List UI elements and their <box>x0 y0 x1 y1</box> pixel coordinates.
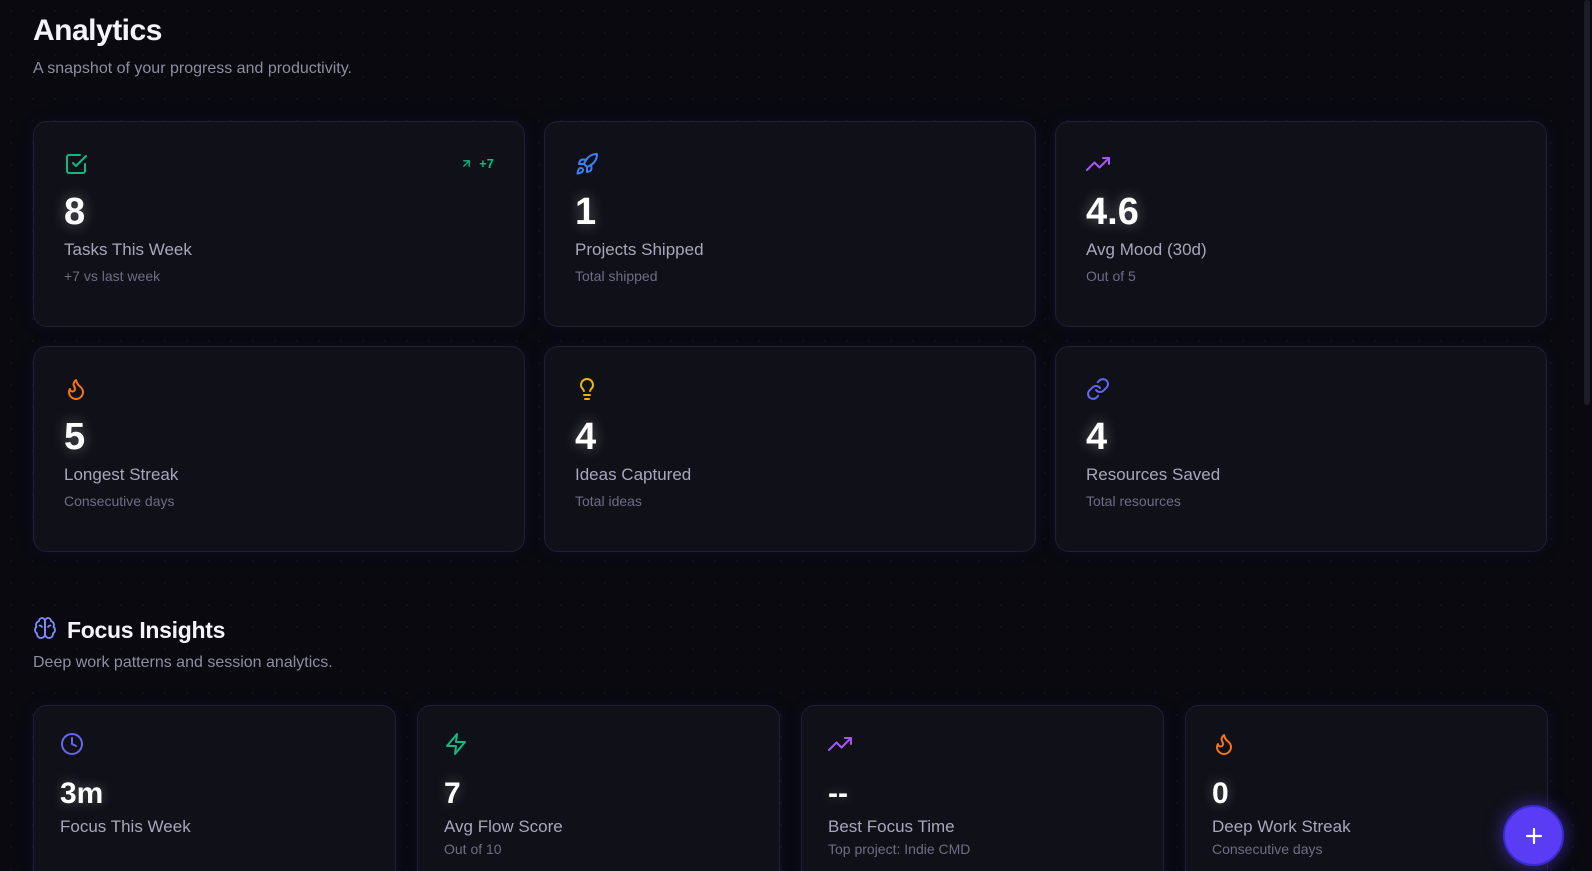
trend-badge: +7 <box>460 156 494 171</box>
brain-icon <box>33 616 57 645</box>
stat-card-projects[interactable]: 1 Projects Shipped Total shipped <box>544 121 1036 327</box>
stats-grid: +7 8 Tasks This Week +7 vs last week 1 P… <box>33 121 1547 552</box>
stat-label: Tasks This Week <box>64 240 192 259</box>
focus-card-flow[interactable]: 7 Avg Flow Score Out of 10 <box>417 705 780 871</box>
focus-card-week[interactable]: 3m Focus This Week <box>33 705 396 871</box>
focus-card-deep-work[interactable]: 0 Deep Work Streak Consecutive days <box>1185 705 1548 871</box>
stat-card-ideas[interactable]: 4 Ideas Captured Total ideas <box>544 346 1036 552</box>
add-button[interactable] <box>1503 805 1564 866</box>
stat-value: 4 <box>1086 416 1108 458</box>
stat-label: Projects Shipped <box>575 240 704 259</box>
section-subtitle: Deep work patterns and session analytics… <box>33 654 333 671</box>
stat-value: 4 <box>575 416 597 458</box>
focus-card-best-time[interactable]: -- Best Focus Time Top project: Indie CM… <box>801 705 1164 871</box>
trend-value: +7 <box>479 156 494 171</box>
scrollbar-thumb[interactable] <box>1584 0 1590 405</box>
focus-label: Avg Flow Score <box>444 817 563 836</box>
focus-label: Best Focus Time <box>828 817 955 836</box>
stat-card-resources[interactable]: 4 Resources Saved Total resources <box>1055 346 1547 552</box>
focus-value: 0 <box>1212 777 1229 810</box>
link-icon <box>1086 377 1110 401</box>
stat-sub: Total ideas <box>575 493 642 509</box>
rocket-icon <box>575 152 599 176</box>
lightbulb-icon <box>575 377 599 401</box>
stat-label: Avg Mood (30d) <box>1086 240 1207 259</box>
flame-icon <box>64 377 88 401</box>
check-square-icon <box>64 152 88 176</box>
stat-value: 8 <box>64 191 86 233</box>
focus-sub: Top project: Indie CMD <box>828 841 971 857</box>
stat-card-streak[interactable]: 5 Longest Streak Consecutive days <box>33 346 525 552</box>
stat-sub: Total shipped <box>575 268 658 284</box>
stat-sub: Consecutive days <box>64 493 175 509</box>
stat-sub: Out of 5 <box>1086 268 1136 284</box>
section-title: Focus Insights <box>67 617 226 643</box>
plus-icon <box>1525 827 1542 844</box>
focus-label: Focus This Week <box>60 817 191 836</box>
stat-sub: +7 vs last week <box>64 268 161 284</box>
stat-value: 1 <box>575 191 597 233</box>
focus-insights-heading: Focus Insights <box>33 616 225 645</box>
focus-value: 7 <box>444 777 461 810</box>
stat-label: Resources Saved <box>1086 465 1221 484</box>
flame-icon <box>1212 734 1236 760</box>
focus-grid: 3m Focus This Week 7 Avg Flow Score Out … <box>33 705 1548 871</box>
trending-up-icon <box>1086 152 1110 176</box>
focus-value: -- <box>828 777 848 810</box>
stat-label: Ideas Captured <box>575 465 692 484</box>
focus-value: 3m <box>60 777 104 810</box>
stat-card-tasks[interactable]: +7 8 Tasks This Week +7 vs last week <box>33 121 525 327</box>
stat-sub: Total resources <box>1086 493 1181 509</box>
focus-sub: Out of 10 <box>444 841 502 857</box>
focus-label: Deep Work Streak <box>1212 817 1351 836</box>
arrow-up-right-icon <box>463 160 471 167</box>
scrollbar[interactable] <box>1580 0 1592 871</box>
stat-value: 5 <box>64 416 86 458</box>
page-title: Analytics <box>33 14 162 47</box>
zap-icon <box>444 733 468 760</box>
trending-up-icon <box>828 737 852 760</box>
stat-label: Longest Streak <box>64 465 179 484</box>
focus-sub: Consecutive days <box>1212 841 1323 857</box>
stat-card-mood[interactable]: 4.6 Avg Mood (30d) Out of 5 <box>1055 121 1547 327</box>
page-subtitle: A snapshot of your progress and producti… <box>33 60 352 77</box>
clock-icon <box>60 733 84 760</box>
stat-value: 4.6 <box>1086 191 1139 233</box>
